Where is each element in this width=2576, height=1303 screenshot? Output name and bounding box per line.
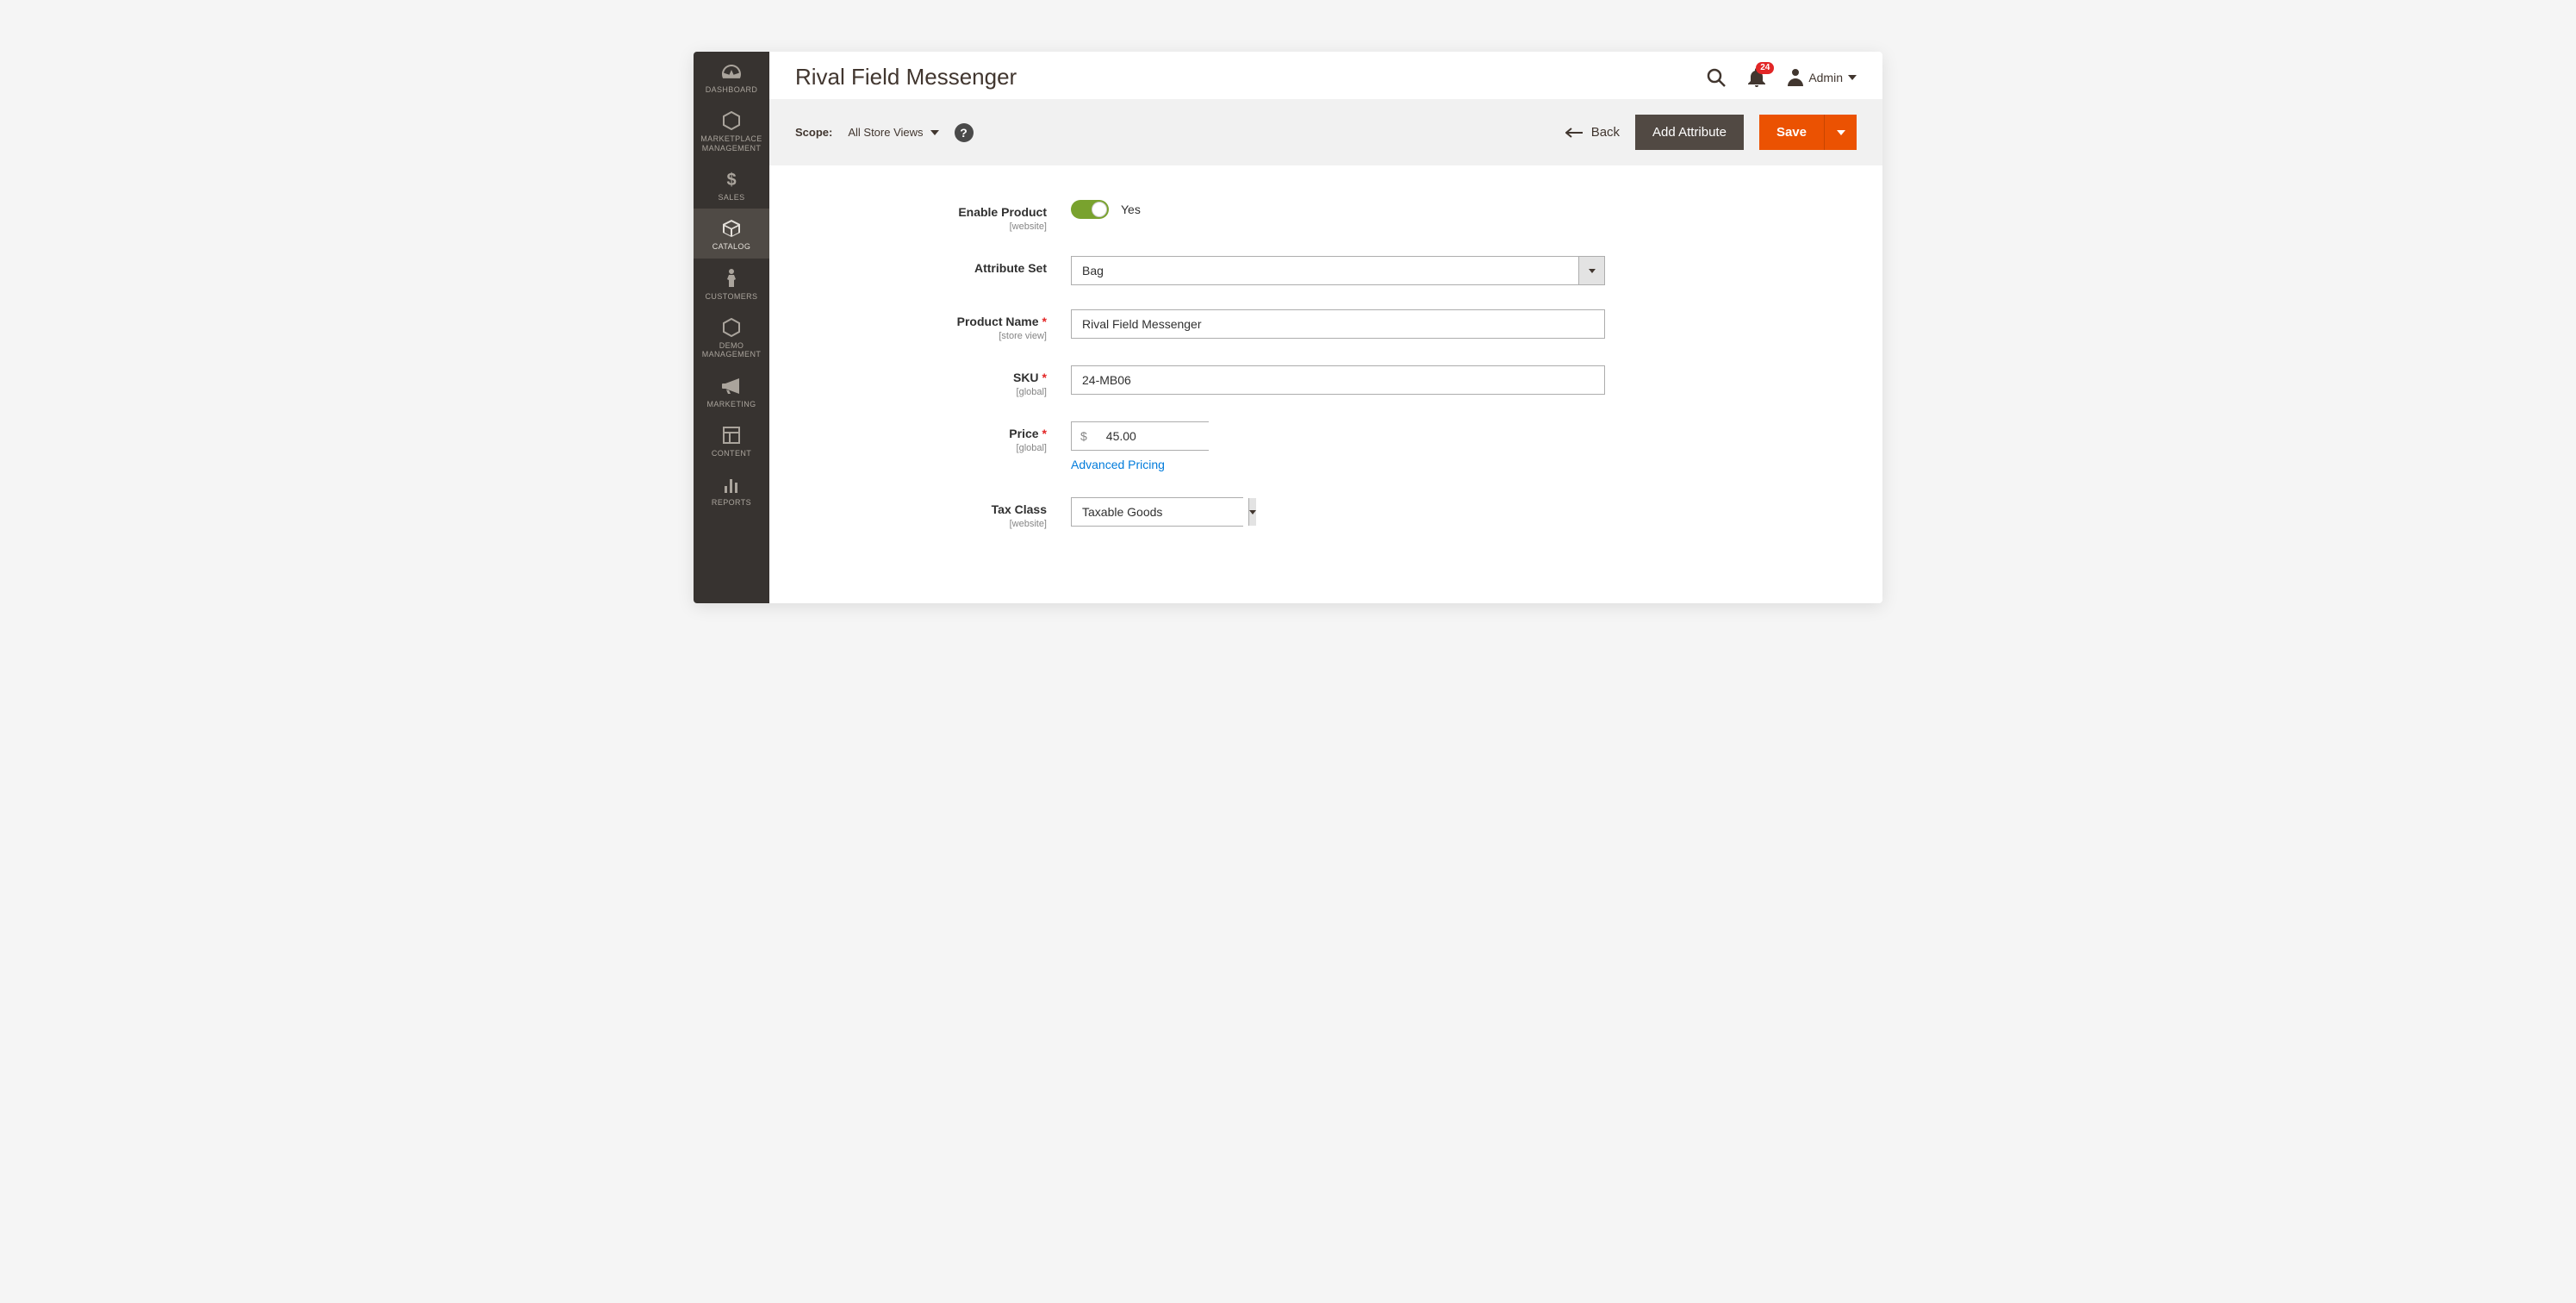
- sidebar-item-label: CATALOG: [712, 242, 750, 251]
- app-window: DASHBOARD MARKETPLACE MANAGEMENT $ SALES…: [694, 52, 1882, 603]
- page-header: Rival Field Messenger 24 Admin: [769, 52, 1882, 99]
- attribute-set-select[interactable]: [1071, 256, 1605, 285]
- scope-value: All Store Views: [848, 126, 923, 139]
- sidebar: DASHBOARD MARKETPLACE MANAGEMENT $ SALES…: [694, 52, 769, 603]
- tax-class-select[interactable]: [1071, 497, 1243, 527]
- page-title: Rival Field Messenger: [795, 64, 1017, 90]
- price-sublabel: [global]: [795, 443, 1047, 453]
- hexagon-icon: [723, 109, 740, 132]
- main-content: Rival Field Messenger 24 Admin Scope:: [769, 52, 1882, 603]
- tax-class-label: Tax Class: [992, 502, 1047, 516]
- user-icon: [1788, 69, 1803, 86]
- search-icon[interactable]: [1707, 68, 1726, 87]
- box-icon: [722, 217, 741, 240]
- sku-label: SKU*: [1013, 371, 1047, 384]
- sidebar-item-sales[interactable]: $ SALES: [694, 159, 769, 209]
- arrow-left-icon: [1565, 128, 1583, 138]
- help-icon[interactable]: ?: [955, 123, 974, 142]
- currency-symbol: $: [1072, 422, 1096, 450]
- product-name-input-wrap: [1071, 309, 1605, 339]
- toggle-value-label: Yes: [1121, 203, 1141, 216]
- svg-text:$: $: [726, 171, 736, 189]
- toolbar: Scope: All Store Views ? Back Add Attrib…: [769, 99, 1882, 165]
- dashboard-icon: [722, 60, 741, 83]
- sidebar-item-label: CUSTOMERS: [706, 292, 758, 301]
- header-actions: 24 Admin: [1707, 68, 1857, 87]
- sidebar-item-demo[interactable]: DEMO MANAGEMENT: [694, 308, 769, 366]
- sidebar-item-reports[interactable]: REPORTS: [694, 464, 769, 514]
- product-name-sublabel: [store view]: [795, 331, 1047, 341]
- sidebar-item-label: DEMO MANAGEMENT: [697, 341, 766, 359]
- toggle-thumb: [1092, 202, 1107, 217]
- person-icon: [725, 267, 737, 290]
- toolbar-right: Back Add Attribute Save: [1565, 115, 1857, 150]
- chevron-down-icon: [1248, 498, 1256, 526]
- sku-input[interactable]: [1072, 366, 1604, 394]
- field-attribute-set: Attribute Set: [795, 256, 1857, 285]
- back-button[interactable]: Back: [1565, 125, 1620, 140]
- field-sku: SKU* [global]: [795, 365, 1857, 397]
- product-name-input[interactable]: [1072, 310, 1604, 338]
- sidebar-item-customers[interactable]: CUSTOMERS: [694, 259, 769, 308]
- sidebar-item-content[interactable]: CONTENT: [694, 415, 769, 464]
- field-enable-product: Enable Product [website] Yes: [795, 200, 1857, 232]
- toolbar-left: Scope: All Store Views ?: [795, 123, 974, 142]
- enable-product-sublabel: [website]: [795, 221, 1047, 232]
- sku-input-wrap: [1071, 365, 1605, 395]
- save-button-group: Save: [1759, 115, 1857, 150]
- add-attribute-button[interactable]: Add Attribute: [1635, 115, 1744, 150]
- toggle-track: [1071, 200, 1109, 219]
- chevron-down-icon: [1578, 257, 1604, 284]
- sku-sublabel: [global]: [795, 387, 1047, 397]
- enable-product-label: Enable Product: [958, 205, 1047, 219]
- admin-user-menu[interactable]: Admin: [1788, 69, 1857, 86]
- dollar-icon: $: [725, 168, 737, 190]
- chevron-down-icon: [1848, 75, 1857, 80]
- chevron-down-icon: [930, 130, 939, 135]
- sidebar-item-label: REPORTS: [712, 498, 751, 507]
- field-product-name: Product Name* [store view]: [795, 309, 1857, 341]
- required-mark: *: [1042, 371, 1047, 384]
- field-price: Price* [global] $ Advanced Pricing: [795, 421, 1857, 473]
- megaphone-icon: [722, 375, 741, 397]
- notifications-icon[interactable]: 24: [1748, 68, 1765, 87]
- chevron-down-icon: [1837, 130, 1845, 135]
- sidebar-item-catalog[interactable]: CATALOG: [694, 209, 769, 258]
- product-name-label: Product Name*: [957, 315, 1047, 328]
- scope-label: Scope:: [795, 126, 832, 139]
- price-label: Price*: [1009, 427, 1047, 440]
- form-area: Enable Product [website] Yes Attribute S…: [769, 165, 1882, 553]
- required-mark: *: [1042, 315, 1047, 328]
- sidebar-item-marketing[interactable]: MARKETING: [694, 366, 769, 415]
- price-input[interactable]: [1096, 422, 1272, 450]
- admin-label: Admin: [1808, 71, 1843, 84]
- tax-class-input[interactable]: [1072, 498, 1248, 526]
- back-label: Back: [1591, 125, 1620, 140]
- attribute-set-input[interactable]: [1072, 257, 1578, 284]
- sidebar-item-marketplace[interactable]: MARKETPLACE MANAGEMENT: [694, 101, 769, 159]
- hexagon-icon: [723, 316, 740, 339]
- tax-class-sublabel: [website]: [795, 519, 1047, 529]
- save-button[interactable]: Save: [1759, 115, 1824, 150]
- sidebar-item-dashboard[interactable]: DASHBOARD: [694, 52, 769, 101]
- sidebar-item-label: MARKETPLACE MANAGEMENT: [697, 134, 766, 153]
- bar-chart-icon: [723, 473, 740, 496]
- required-mark: *: [1042, 427, 1047, 440]
- advanced-pricing-link[interactable]: Advanced Pricing: [1071, 458, 1165, 471]
- sidebar-item-label: DASHBOARD: [706, 85, 758, 94]
- enable-product-toggle[interactable]: Yes: [1071, 200, 1141, 219]
- price-input-wrap: $: [1071, 421, 1209, 451]
- sidebar-item-label: MARKETING: [706, 400, 756, 408]
- sidebar-item-label: SALES: [718, 193, 744, 202]
- field-tax-class: Tax Class [website]: [795, 497, 1857, 529]
- scope-select[interactable]: All Store Views: [848, 126, 938, 139]
- sidebar-item-label: CONTENT: [712, 449, 751, 458]
- layout-icon: [723, 424, 740, 446]
- attribute-set-label: Attribute Set: [974, 261, 1047, 275]
- notification-badge: 24: [1756, 62, 1774, 74]
- save-dropdown[interactable]: [1824, 115, 1857, 150]
